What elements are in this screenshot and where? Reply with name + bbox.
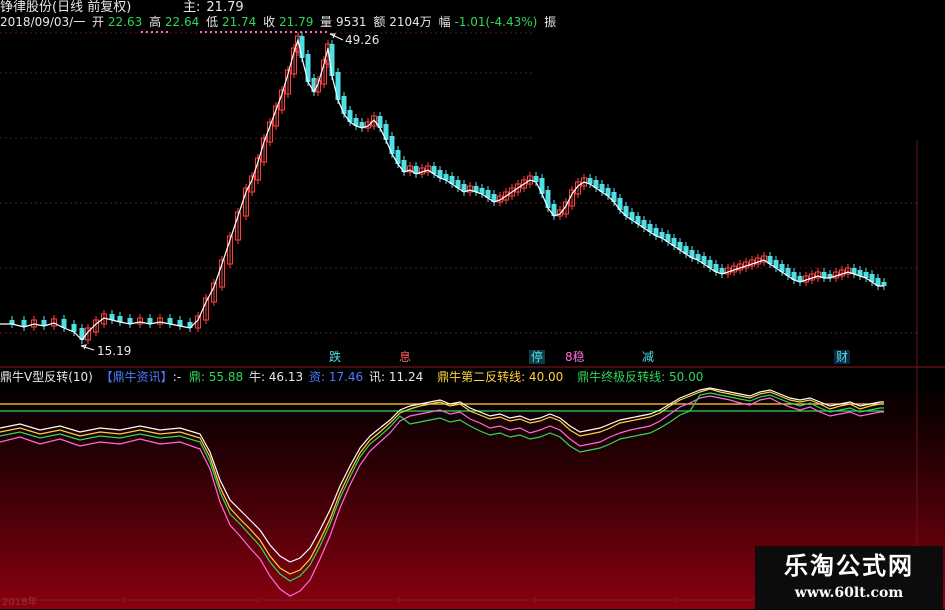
low-label: 低 [206, 15, 219, 29]
max-price-label: 49.26 [345, 33, 380, 47]
ding-value: 鼎: 55.88 [188, 370, 244, 384]
stock-title: 铮律股份(日线 前复权) [0, 0, 132, 15]
candle-body [299, 36, 305, 58]
change-value: -1.01(-4.43%) [454, 15, 538, 29]
amount-label: 额 [373, 15, 386, 29]
watermark-title: 乐淘公式网 [784, 551, 914, 580]
occlusion-box-top-right [533, 0, 945, 140]
xun-value: 讯: 11.24 [369, 370, 424, 384]
candle-body [305, 54, 311, 82]
event-badge-stable[interactable]: 8稳 [563, 350, 587, 364]
min-price-marker [80, 344, 95, 351]
event-badge-fall[interactable]: 跌 [327, 350, 343, 364]
watermark: 乐淘公式网 www.60lt.com [755, 546, 943, 609]
price-tag-label: 主 [183, 0, 197, 15]
max-price-marker [329, 33, 344, 41]
occlusion-box-middle [227, 280, 717, 328]
quote-date: 2018/09/03/一 [0, 15, 86, 29]
price-tag-value: 21.79 [206, 0, 244, 15]
second-reversal-value: 鼎牛第二反转线: 40.00 [437, 370, 564, 384]
candle-body [335, 72, 341, 100]
zi-value: 资: 17.46 [308, 370, 364, 384]
final-reversal-value: 鼎牛终极反转线: 50.00 [577, 370, 704, 384]
open-value: 22.63 [107, 15, 143, 29]
volume-value: 9531 [336, 15, 367, 29]
event-badge-reduce[interactable]: 减 [640, 350, 656, 364]
high-value: 22.64 [164, 15, 200, 29]
high-label: 高 [149, 15, 162, 29]
year-label: 2018年 [2, 597, 38, 608]
niu-value: 牛: 46.13 [248, 370, 304, 384]
indicator-legend: 鼎牛V型反转(10) 【鼎牛资讯】:- 鼎: 55.88 牛: 46.13 资:… [0, 370, 703, 384]
event-badge-dividend[interactable]: 息 [397, 350, 413, 364]
info-tag[interactable]: 【鼎牛资讯】 [101, 370, 173, 384]
close-value: 21.79 [278, 15, 314, 29]
open-label: 开 [92, 15, 105, 29]
event-badge-finance[interactable]: 财 [834, 350, 851, 364]
info-suffix: :- [172, 370, 182, 384]
volume-label: 量 [320, 15, 333, 29]
indicator-name[interactable]: 鼎牛V型反转(10) [0, 370, 93, 384]
price-tag: 主: 21.79 [183, 0, 244, 15]
stock-chart-window: 铮律股份(日线 前复权) 主: 21.79 2018/09/03/一 开 22.6… [0, 0, 945, 609]
amount-value: 2104万 [389, 15, 432, 29]
close-label: 收 [263, 15, 276, 29]
quote-bar: 2018/09/03/一 开 22.63 高 22.64 低 21.74 收 2… [0, 15, 556, 29]
event-badge-suspend[interactable]: 停 [529, 350, 546, 364]
top-dot-markers [141, 31, 327, 33]
low-value: 21.74 [221, 15, 257, 29]
watermark-url: www.60lt.com [794, 585, 904, 601]
amplitude-label: 振 [544, 15, 557, 29]
change-label: 幅 [438, 15, 451, 29]
min-price-label: 15.19 [97, 344, 132, 358]
